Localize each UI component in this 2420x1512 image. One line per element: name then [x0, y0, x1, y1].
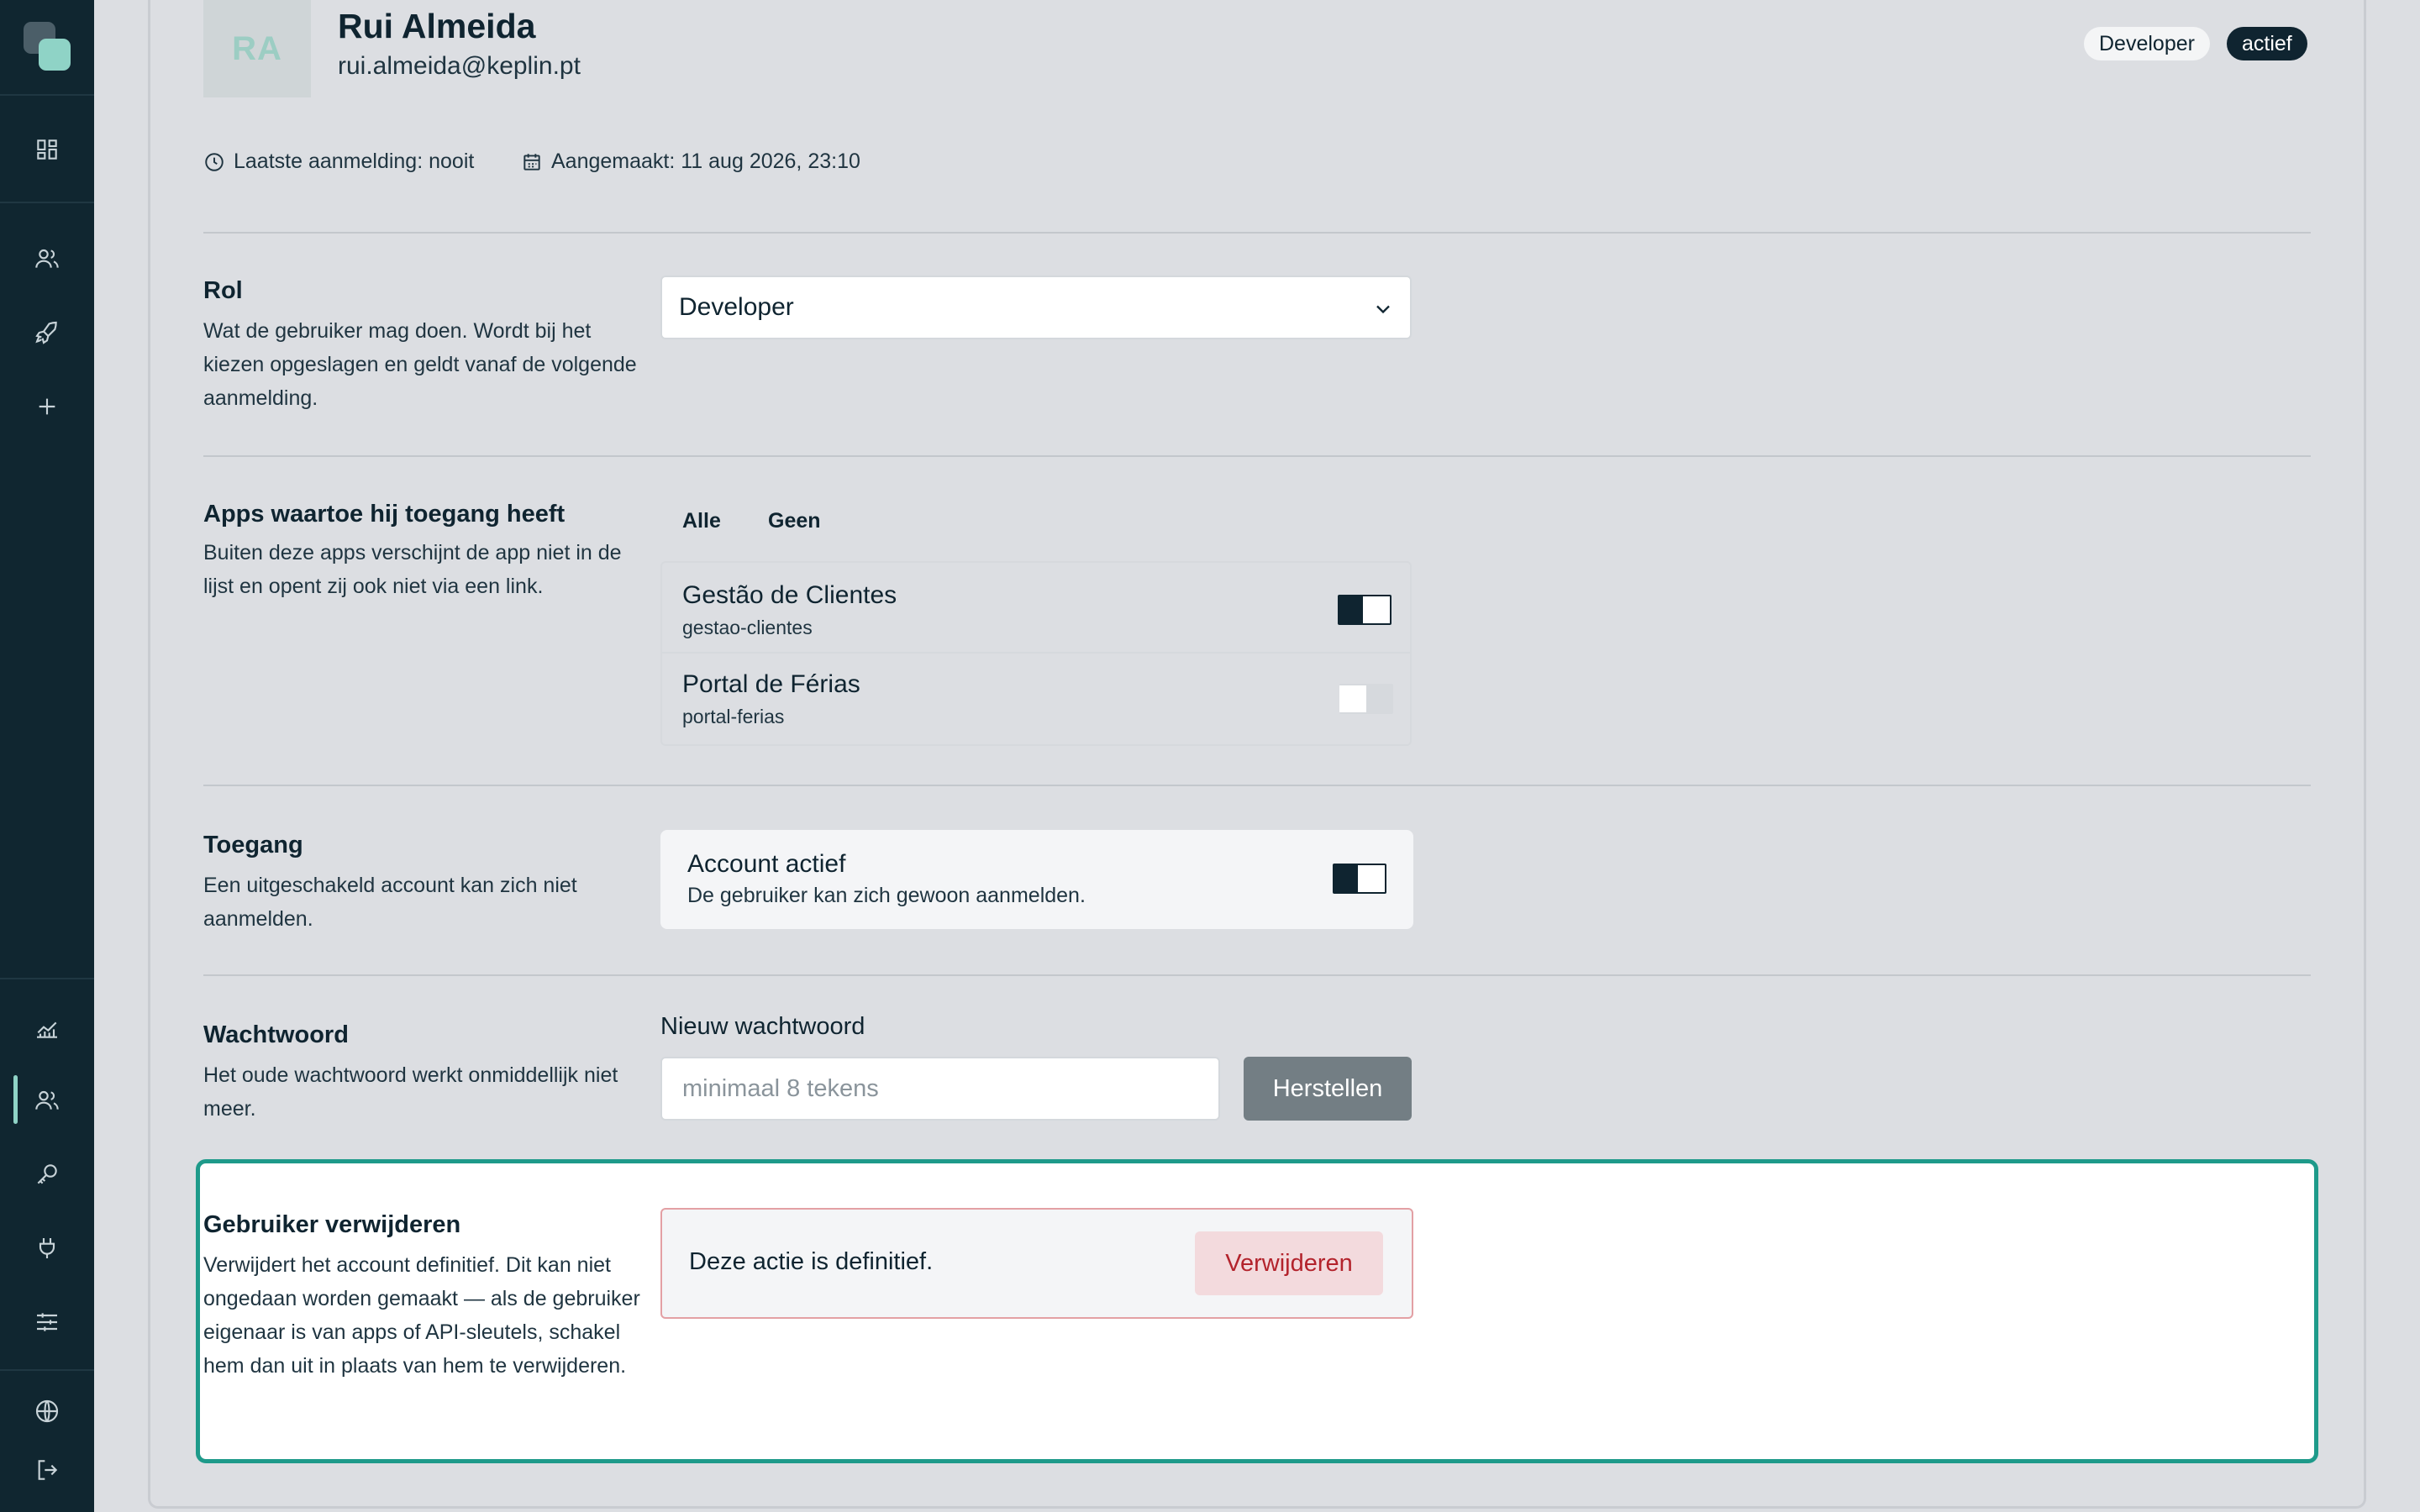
divider: [203, 974, 2311, 976]
list-item: Portal de Férias portal-ferias: [662, 654, 1410, 744]
account-active-toggle[interactable]: [1333, 864, 1386, 894]
select-all-button[interactable]: Alle: [682, 509, 721, 533]
sidebar-divider: [0, 202, 94, 203]
plug-icon[interactable]: [30, 1231, 64, 1265]
account-active-description: De gebruiker kan zich gewoon aanmelden.: [687, 884, 1086, 907]
account-active-box: Account actief De gebruiker kan zich gew…: [660, 830, 1413, 929]
last-login: Laatste aanmelding: nooit: [203, 150, 474, 174]
access-description: Een uitgeschakeld account kan zich niet …: [203, 874, 577, 931]
calendar-icon: [523, 153, 540, 171]
avatar: RA: [203, 0, 311, 97]
delete-button[interactable]: Verwijderen: [1195, 1231, 1383, 1295]
rocket-icon[interactable]: [30, 316, 64, 349]
divider: [203, 232, 2311, 234]
users-icon[interactable]: [30, 242, 64, 276]
globe-icon[interactable]: [30, 1394, 64, 1428]
status-badge: actief: [2227, 27, 2307, 60]
app-slug: portal-ferias: [682, 706, 785, 727]
clock-icon: [205, 152, 224, 171]
last-login-text: Laatste aanmelding: nooit: [234, 150, 475, 173]
list-item: Gestão de Clientes gestao-clientes: [662, 563, 1410, 654]
apps-title: Apps waartoe hij toegang heeft: [203, 501, 566, 528]
sidebar-divider: [0, 94, 94, 96]
select-none-button[interactable]: Geen: [768, 509, 821, 533]
app-slug: gestao-clientes: [682, 617, 813, 638]
divider: [203, 455, 2311, 457]
plus-icon[interactable]: [30, 390, 64, 423]
password-title: Wachtwoord: [203, 1021, 349, 1048]
chevron-down-icon: [1376, 305, 1390, 314]
key-icon[interactable]: [30, 1158, 64, 1191]
users-icon[interactable]: [30, 1084, 64, 1117]
app-logo[interactable]: [24, 22, 71, 71]
sliders-icon[interactable]: [30, 1305, 64, 1339]
sidebar-divider: [0, 978, 94, 979]
role-select-value: Developer: [679, 293, 794, 321]
user-name: Rui Almeida: [338, 7, 536, 45]
chart-icon[interactable]: [30, 1011, 64, 1045]
app-access-toggle[interactable]: [1339, 684, 1393, 714]
new-password-input[interactable]: [660, 1057, 1220, 1121]
app-list: Gestão de Clientes gestao-clientes Porta…: [660, 561, 1412, 746]
app-access-toggle[interactable]: [1338, 595, 1392, 625]
delete-confirm-box: Deze actie is definitief. Verwijderen: [660, 1208, 1413, 1319]
logout-icon[interactable]: [30, 1453, 64, 1487]
apps-description: Buiten deze apps verschijnt de app niet …: [203, 541, 622, 598]
sidebar-divider: [0, 1369, 94, 1371]
reset-password-button[interactable]: Herstellen: [1244, 1057, 1412, 1121]
user-email: rui.almeida@keplin.pt: [338, 52, 581, 80]
divider: [203, 785, 2311, 786]
dashboard-icon[interactable]: [30, 133, 64, 166]
active-indicator: [13, 1075, 18, 1124]
access-title: Toegang: [203, 832, 303, 858]
delete-title: Gebruiker verwijderen: [203, 1211, 461, 1238]
role-select[interactable]: Developer: [660, 276, 1412, 339]
sidebar: [0, 0, 94, 1512]
created-at: Aangemaakt: 11 aug 2026, 23:10: [521, 150, 860, 174]
delete-description: Verwijdert het account definitief. Dit k…: [203, 1253, 640, 1378]
app-name: Gestão de Clientes: [682, 581, 897, 609]
account-active-label: Account actief: [687, 850, 846, 878]
role-title: Rol: [203, 277, 243, 304]
created-at-text: Aangemaakt: 11 aug 2026, 23:10: [551, 150, 860, 173]
new-password-label: Nieuw wachtwoord: [660, 1013, 865, 1040]
delete-warning-text: Deze actie is definitief.: [689, 1248, 934, 1275]
password-description: Het oude wachtwoord werkt onmiddellijk n…: [203, 1063, 618, 1121]
app-name: Portal de Férias: [682, 670, 860, 698]
role-badge: Developer: [2084, 27, 2210, 60]
role-description: Wat de gebruiker mag doen. Wordt bij het…: [203, 319, 637, 410]
